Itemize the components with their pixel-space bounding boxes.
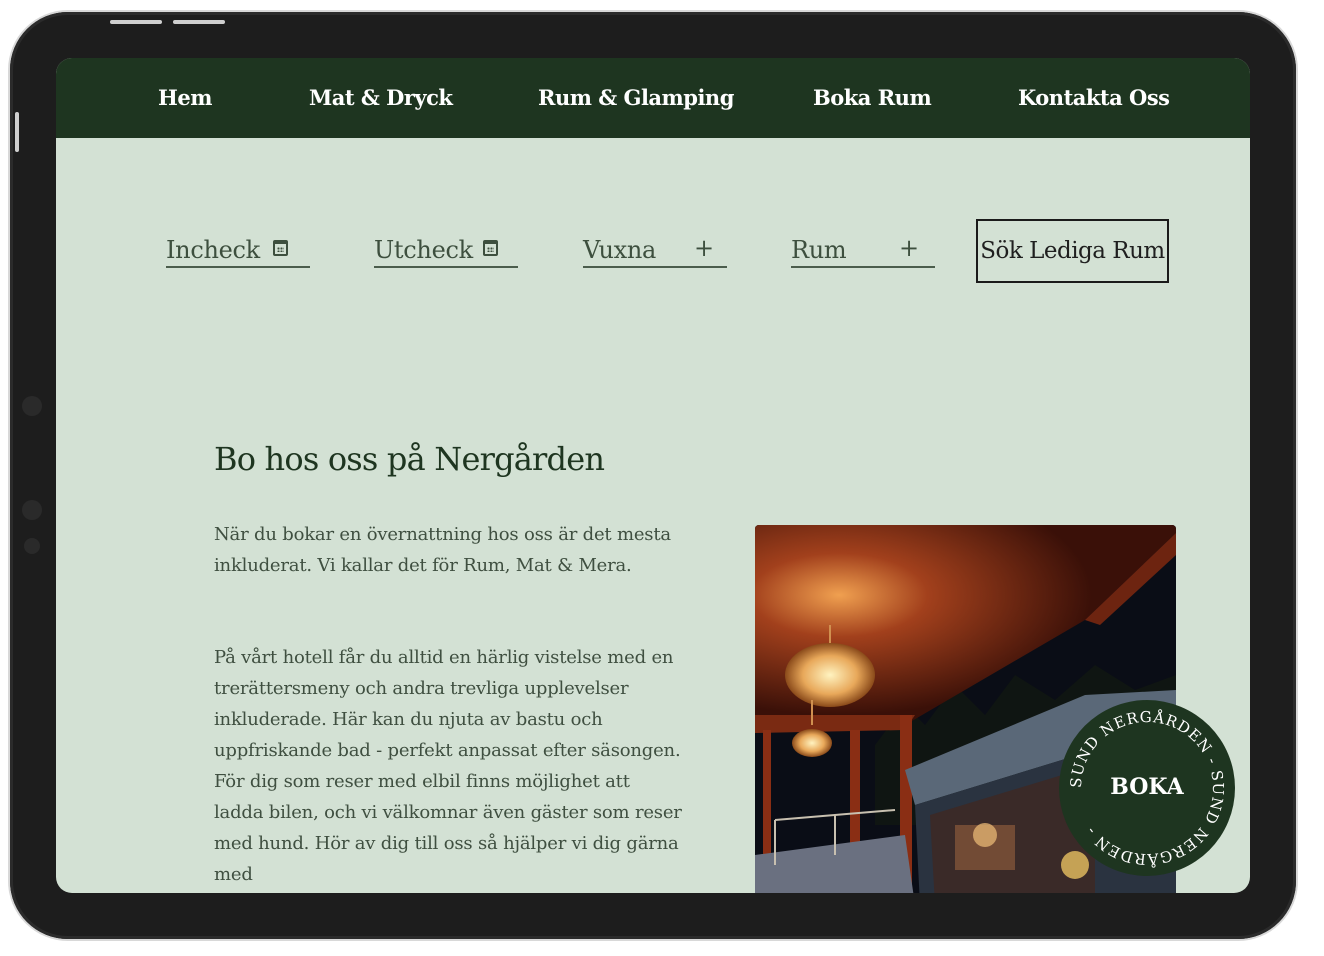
calendar-icon: [483, 240, 498, 256]
side-button: [15, 112, 19, 152]
nav-item-kontakta-oss[interactable]: Kontakta Oss: [1018, 85, 1170, 110]
adults-field[interactable]: Vuxna +: [583, 234, 727, 268]
plus-icon[interactable]: +: [694, 234, 714, 262]
checkout-label: Utcheck: [374, 236, 473, 264]
adults-label: Vuxna: [583, 236, 657, 264]
search-rooms-button[interactable]: Sök Lediga Rum: [976, 219, 1169, 283]
checkout-field[interactable]: Utcheck: [374, 234, 518, 268]
power-button: [173, 20, 225, 24]
checkin-label: Incheck: [166, 236, 260, 264]
sensor-dot: [24, 538, 40, 554]
intro-paragraph: När du bokar en övernattning hos oss är …: [214, 524, 671, 576]
main-nav: Hem Mat & Dryck Rum & Glamping Boka Rum …: [56, 58, 1250, 138]
volume-button: [110, 20, 162, 24]
checkin-field[interactable]: Incheck: [166, 234, 310, 268]
sensor-dot: [22, 500, 42, 520]
camera-dot: [22, 396, 42, 416]
nav-item-mat-dryck[interactable]: Mat & Dryck: [309, 85, 453, 110]
plus-icon[interactable]: +: [899, 234, 919, 262]
badge-label: BOKA: [1110, 774, 1184, 800]
page-title: Bo hos oss på Nergården: [214, 440, 605, 478]
nav-item-rum-glamping[interactable]: Rum & Glamping: [538, 85, 734, 110]
boka-badge[interactable]: SUND NERGÅRDEN - SUND NERGÅRDEN - BOKA: [1059, 700, 1235, 876]
rooms-label: Rum: [791, 236, 847, 264]
nav-item-boka-rum[interactable]: Boka Rum: [813, 85, 932, 110]
nav-item-hem[interactable]: Hem: [158, 85, 212, 110]
rooms-field[interactable]: Rum +: [791, 234, 935, 268]
body-paragraph: På vårt hotell får du alltid en härlig v…: [214, 647, 682, 885]
calendar-icon: [273, 240, 288, 256]
